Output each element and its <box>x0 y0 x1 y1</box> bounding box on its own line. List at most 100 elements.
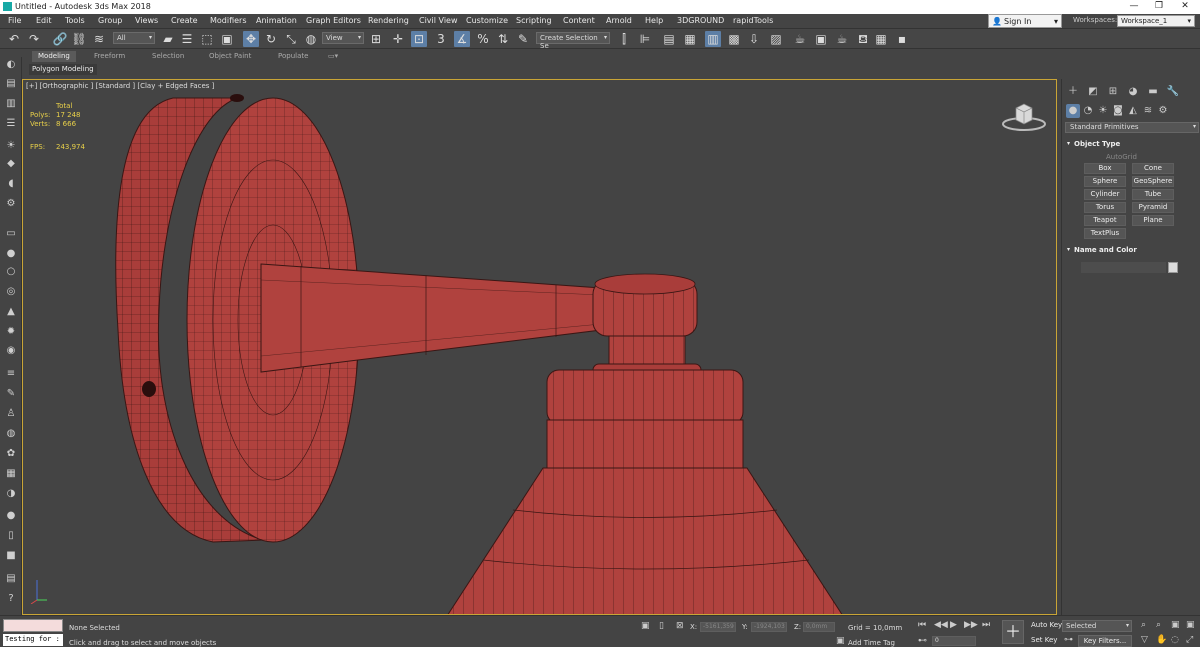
rotate-icon[interactable]: ↻ <box>263 31 279 47</box>
workspace-select[interactable]: Workspace_1 ▾ <box>1117 15 1195 27</box>
material-icon[interactable]: ◑ <box>4 487 18 501</box>
add-time-tag[interactable]: Add Time Tag <box>848 639 895 647</box>
cameras-icon[interactable]: ◙ <box>1111 104 1125 118</box>
named-selection-dropdown[interactable]: Create Selection Se ▾ <box>536 32 610 50</box>
menu-rapidtools[interactable]: rapidTools <box>733 16 773 25</box>
cone-icon[interactable]: ▲ <box>4 305 18 319</box>
plane-button[interactable]: Plane <box>1132 215 1174 226</box>
name-and-color-rollout[interactable]: ▾ Name and Color <box>1065 246 1199 258</box>
modify-tab-icon[interactable]: ◩ <box>1086 85 1100 99</box>
key-filter-icon[interactable]: ⊶ <box>1064 635 1073 645</box>
shape-icon[interactable]: ◆ <box>4 157 18 171</box>
y-coord-input[interactable]: -1924,103 <box>751 622 787 632</box>
menu-tools[interactable]: Tools <box>65 16 85 25</box>
autogrid-checkbox[interactable]: AutoGrid <box>1106 153 1137 161</box>
helpers-icon[interactable]: ◭ <box>1126 104 1140 118</box>
help-icon[interactable]: ? <box>4 592 18 606</box>
isolate-icon[interactable]: ▯ <box>659 621 664 631</box>
tab-selection[interactable]: Selection <box>146 51 190 62</box>
ribbon-panel-label[interactable]: Polygon Modeling <box>29 64 97 75</box>
tab-freeform[interactable]: Freeform <box>88 51 131 62</box>
hierarchy-tab-icon[interactable]: ⊞ <box>1106 85 1120 99</box>
sphere-material-icon[interactable]: ● <box>4 509 18 523</box>
textplus-button[interactable]: TextPlus <box>1084 228 1126 239</box>
scale-icon[interactable]: ⤡ <box>283 31 299 47</box>
menu-rendering[interactable]: Rendering <box>368 16 409 25</box>
bind-spacewarp-icon[interactable]: ≋ <box>91 31 107 47</box>
fov-icon[interactable]: ▽ <box>1141 635 1148 645</box>
list-icon[interactable]: ☰ <box>4 117 18 131</box>
torus-icon[interactable]: ◎ <box>4 285 18 299</box>
ribbon-options-icon[interactable]: ▭▾ <box>322 51 344 62</box>
cylinder-button[interactable]: Cylinder <box>1084 189 1126 200</box>
menu-animation[interactable]: Animation <box>256 16 297 25</box>
menu-civil-view[interactable]: Civil View <box>419 16 458 25</box>
key-selection-dropdown[interactable]: Selected ▾ <box>1062 620 1132 632</box>
absolute-mode-icon[interactable]: ⊠ <box>676 621 684 631</box>
auto-key-button[interactable]: Auto Key <box>1028 620 1065 632</box>
maximize-viewport-icon[interactable]: ⤢ <box>1186 635 1193 645</box>
schematic-view-icon[interactable]: ⇩ <box>746 31 762 47</box>
place-icon[interactable]: ◍ <box>303 31 319 47</box>
selection-filter-dropdown[interactable]: All ▾ <box>113 32 155 44</box>
disc-icon[interactable]: ◉ <box>4 344 18 358</box>
character-icon[interactable]: ♙ <box>4 407 18 421</box>
goto-start-icon[interactable]: ⏮ <box>918 620 926 630</box>
render-setup-icon[interactable]: ☕ <box>792 31 808 47</box>
motion-tab-icon[interactable]: ◕ <box>1126 85 1140 99</box>
render-icon[interactable]: ☕ <box>834 31 850 47</box>
lights-icon[interactable]: ☀ <box>1096 104 1110 118</box>
light-icon[interactable]: ☀ <box>4 139 18 153</box>
maxscript-output[interactable] <box>3 619 63 632</box>
menu-scripting[interactable]: Scripting <box>516 16 552 25</box>
link-icon[interactable]: 🔗 <box>52 31 68 47</box>
menu-edit[interactable]: Edit <box>36 16 52 25</box>
doc-icon[interactable]: ▯ <box>4 529 18 543</box>
select-by-name-icon[interactable]: ☰ <box>179 31 195 47</box>
plane-icon[interactable]: ▭ <box>4 227 18 241</box>
layer-icon[interactable]: ▥ <box>4 97 18 111</box>
utilities-tab-icon[interactable]: 🔧 <box>1166 85 1180 99</box>
pyramid-button[interactable]: Pyramid <box>1132 202 1174 213</box>
geometry-icon[interactable]: ● <box>1066 104 1080 118</box>
time-tag-icon[interactable]: ▣ <box>836 636 845 646</box>
cone-button[interactable]: Cone <box>1132 163 1174 174</box>
goto-end-icon[interactable]: ⏭ <box>982 620 990 630</box>
app-icon[interactable] <box>3 2 12 11</box>
redo-icon[interactable]: ↷ <box>26 31 42 47</box>
zoom-icon[interactable]: ⌕ <box>1141 620 1146 630</box>
orbit-icon[interactable]: ◌ <box>1171 635 1179 645</box>
render-shortcuts-icon[interactable]: ▦ <box>873 31 889 47</box>
viewport-layout-icon[interactable]: ◐ <box>4 58 18 72</box>
close-icon[interactable]: ✕ <box>1177 1 1193 13</box>
circle-icon[interactable]: ○ <box>4 265 18 279</box>
scene-explorer-icon[interactable]: ▥ <box>705 31 721 47</box>
lamp-model[interactable] <box>23 80 1057 615</box>
stairs-icon[interactable]: ≡ <box>4 367 18 381</box>
set-key-button[interactable]: Set Key <box>1028 635 1060 647</box>
object-name-input[interactable] <box>1081 262 1166 273</box>
layer-explorer-icon[interactable]: ▤ <box>661 31 677 47</box>
next-frame-icon[interactable]: ▶▶ <box>964 620 978 630</box>
primitive-category-dropdown[interactable]: Standard Primitives ▾ <box>1065 122 1199 133</box>
viewcube-icon[interactable] <box>1002 100 1046 134</box>
snaps-icon[interactable]: 3 <box>433 31 449 47</box>
sun-icon[interactable]: ✹ <box>4 325 18 339</box>
manipulate-icon[interactable]: ✛ <box>390 31 406 47</box>
edit-named-selection-icon[interactable]: ✎ <box>515 31 531 47</box>
percent-snap-icon[interactable]: % <box>475 31 491 47</box>
helper-icon[interactable]: ⚙ <box>4 197 18 211</box>
zoom-extents-icon[interactable]: ▣ <box>1171 620 1180 630</box>
select-object-icon[interactable]: ▰ <box>160 31 176 47</box>
rect-selection-icon[interactable]: ⬚ <box>199 31 215 47</box>
object-type-rollout[interactable]: ▾ Object Type <box>1065 140 1199 152</box>
curve-editor-icon[interactable]: ▩ <box>726 31 742 47</box>
zoom-extents-all-icon[interactable]: ▣ <box>1186 620 1195 630</box>
move-icon[interactable]: ✥ <box>243 31 259 47</box>
sphere-icon[interactable]: ● <box>4 247 18 261</box>
window-crossing-icon[interactable]: ▣ <box>219 31 235 47</box>
angle-snap-icon[interactable]: ∡ <box>454 31 470 47</box>
maxscript-listener-input[interactable]: Testing for : <box>3 634 63 646</box>
x-coord-input[interactable]: -5161,359 <box>700 622 736 632</box>
sign-in-button[interactable]: 👤 Sign In ▾ <box>988 14 1062 28</box>
